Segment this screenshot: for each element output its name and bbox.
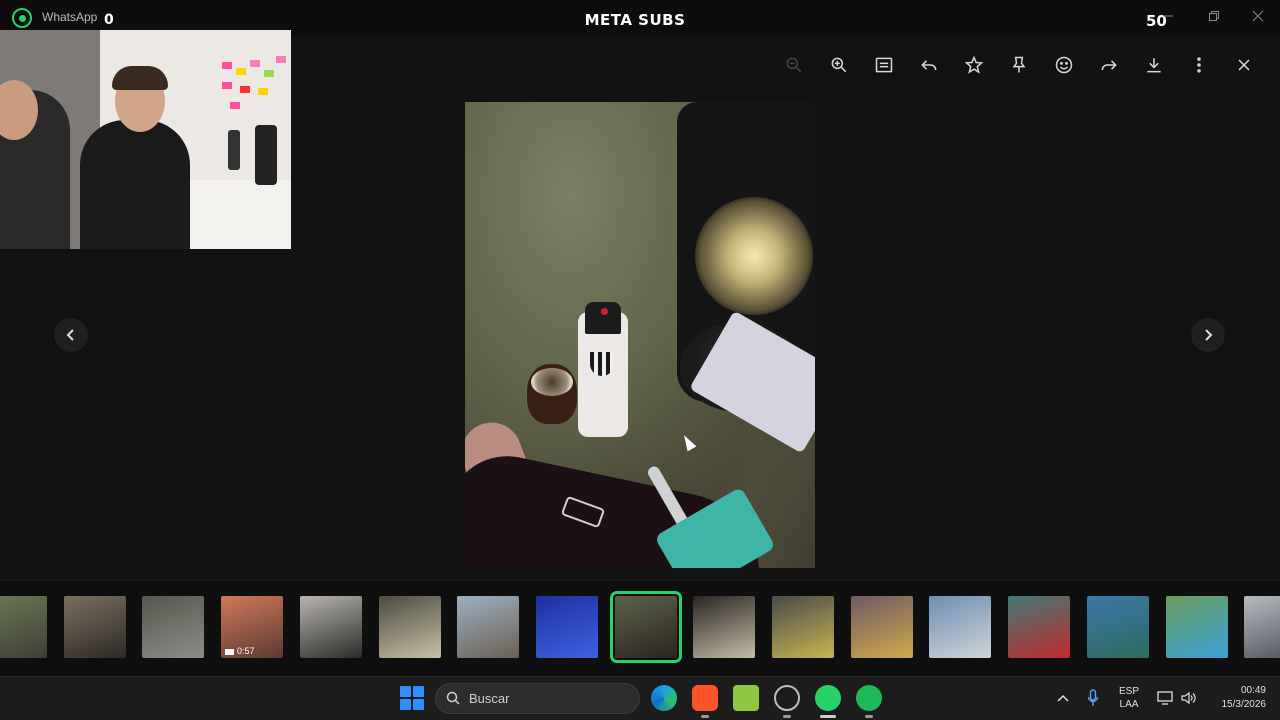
zoom-out-icon xyxy=(786,57,802,73)
spotify-icon[interactable] xyxy=(856,685,882,711)
system-clock[interactable]: 00:49 15/3/2026 xyxy=(1204,684,1267,712)
forward-button[interactable] xyxy=(1096,52,1122,78)
media-thumbnail[interactable] xyxy=(379,596,441,658)
close-viewer-button[interactable] xyxy=(1231,52,1257,78)
media-thumbnail[interactable] xyxy=(142,596,204,658)
zoom-out-button[interactable] xyxy=(781,52,807,78)
pin-icon xyxy=(1012,56,1026,73)
media-photo[interactable] xyxy=(465,102,815,568)
search-label: Buscar xyxy=(469,691,510,706)
close-icon xyxy=(1238,59,1250,71)
minimize-icon xyxy=(1163,15,1173,17)
media-thumbnail[interactable] xyxy=(693,596,755,658)
taskbar-search[interactable] xyxy=(435,683,640,714)
download-button[interactable] xyxy=(1141,52,1167,78)
chevron-left-icon xyxy=(66,329,74,341)
previous-media-button[interactable] xyxy=(54,318,88,352)
stream-title: META SUBS xyxy=(584,11,686,29)
clock-date: 15/3/2026 xyxy=(1221,699,1267,710)
media-thumbnail[interactable] xyxy=(1008,596,1070,658)
chevron-up-icon[interactable] xyxy=(1057,693,1069,703)
language-code: ESP xyxy=(1118,686,1139,697)
webcam-overlay xyxy=(0,30,291,249)
reply-button[interactable] xyxy=(916,52,942,78)
pin-button[interactable] xyxy=(1006,52,1032,78)
next-media-button[interactable] xyxy=(1191,318,1225,352)
media-thumbnail[interactable] xyxy=(1166,596,1228,658)
chevron-right-icon xyxy=(1205,329,1213,341)
windows-start-icon[interactable] xyxy=(400,686,424,710)
edge-icon[interactable] xyxy=(651,685,677,711)
network-icon[interactable] xyxy=(1157,690,1173,706)
search-icon xyxy=(446,691,460,705)
window-close-button[interactable] xyxy=(1240,4,1276,28)
whatsapp-media-viewer: WhatsApp 0 META SUBS 50 0:57 Buscar ESP … xyxy=(0,0,1280,720)
more-icon xyxy=(1197,57,1201,73)
media-thumbnail[interactable]: 0:57 xyxy=(221,596,283,658)
minimize-button[interactable] xyxy=(1150,4,1186,28)
media-thumbnail[interactable] xyxy=(929,596,991,658)
layout-code: LAA xyxy=(1119,699,1139,710)
media-thumbnail[interactable] xyxy=(1244,596,1280,658)
video-duration: 0:57 xyxy=(225,646,255,656)
brave-icon[interactable] xyxy=(692,685,718,711)
forward-icon xyxy=(1101,60,1117,71)
media-thumbnail[interactable] xyxy=(457,596,519,658)
star-button[interactable] xyxy=(961,52,987,78)
media-thumbnail[interactable] xyxy=(300,596,362,658)
react-button[interactable] xyxy=(1051,52,1077,78)
input-language[interactable]: ESP LAA xyxy=(1118,685,1140,711)
store-icon[interactable] xyxy=(733,685,759,711)
caption-button[interactable] xyxy=(871,52,897,78)
media-thumbnail[interactable] xyxy=(0,596,47,658)
star-icon xyxy=(964,55,984,74)
whatsapp-taskbar-icon[interactable] xyxy=(815,685,841,711)
more-button[interactable] xyxy=(1186,52,1212,78)
window-close-icon xyxy=(1252,10,1264,22)
emoji-icon xyxy=(1055,56,1073,74)
volume-icon[interactable] xyxy=(1180,690,1196,706)
windows-taskbar: Buscar ESP LAA 00:49 15/3/2026 xyxy=(0,676,1280,720)
download-icon xyxy=(1147,58,1161,73)
media-thumbnail[interactable] xyxy=(610,591,682,663)
restore-button[interactable] xyxy=(1196,4,1232,28)
media-thumbnail[interactable] xyxy=(851,596,913,658)
clock-time: 00:49 xyxy=(1240,685,1266,696)
caption-icon xyxy=(875,57,893,73)
media-thumbnail[interactable] xyxy=(772,596,834,658)
zoom-in-icon xyxy=(831,57,847,73)
reply-icon xyxy=(921,60,937,71)
restore-icon xyxy=(1209,11,1219,21)
media-thumbnail[interactable] xyxy=(1087,596,1149,658)
media-thumbnail[interactable] xyxy=(536,596,598,658)
microphone-icon[interactable] xyxy=(1087,689,1099,707)
zoom-in-button[interactable] xyxy=(826,52,852,78)
media-thumbnail-strip: 0:57 xyxy=(0,580,1280,676)
obs-icon[interactable] xyxy=(774,685,800,711)
media-thumbnail[interactable] xyxy=(64,596,126,658)
